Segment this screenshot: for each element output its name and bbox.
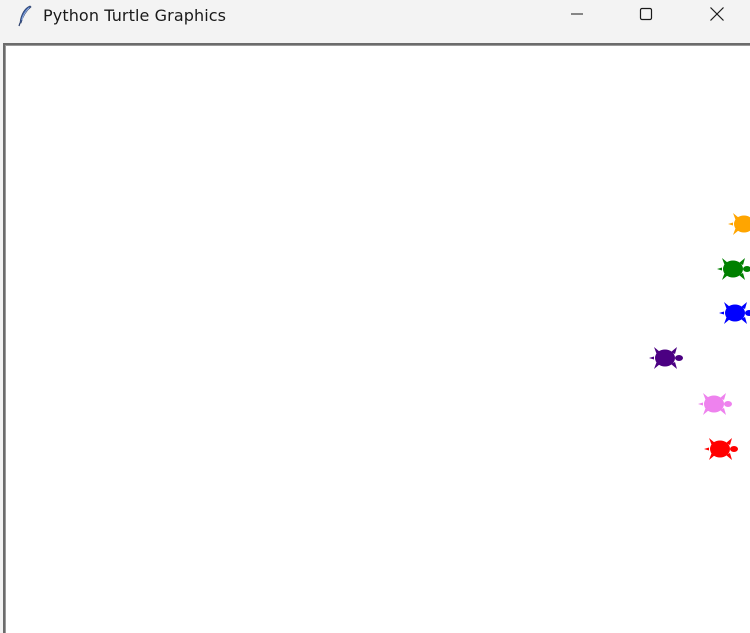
close-button[interactable] <box>694 0 740 32</box>
turtle-orange <box>725 209 750 239</box>
turtle-blue <box>716 298 750 328</box>
turtle-window: Python Turtle Graphics <box>0 0 750 633</box>
minimize-icon <box>570 7 584 26</box>
turtle-green <box>714 254 750 284</box>
turtle-canvas[interactable] <box>3 43 750 633</box>
minimize-button[interactable] <box>554 0 600 32</box>
feather-icon <box>16 5 36 27</box>
close-icon <box>709 6 725 27</box>
turtle-purple <box>646 343 686 373</box>
turtle-red <box>701 434 741 464</box>
maximize-icon <box>639 7 653 26</box>
title-bar[interactable]: Python Turtle Graphics <box>0 0 750 32</box>
window-title: Python Turtle Graphics <box>43 6 227 25</box>
maximize-button[interactable] <box>623 0 669 32</box>
turtle-violet <box>695 389 735 419</box>
